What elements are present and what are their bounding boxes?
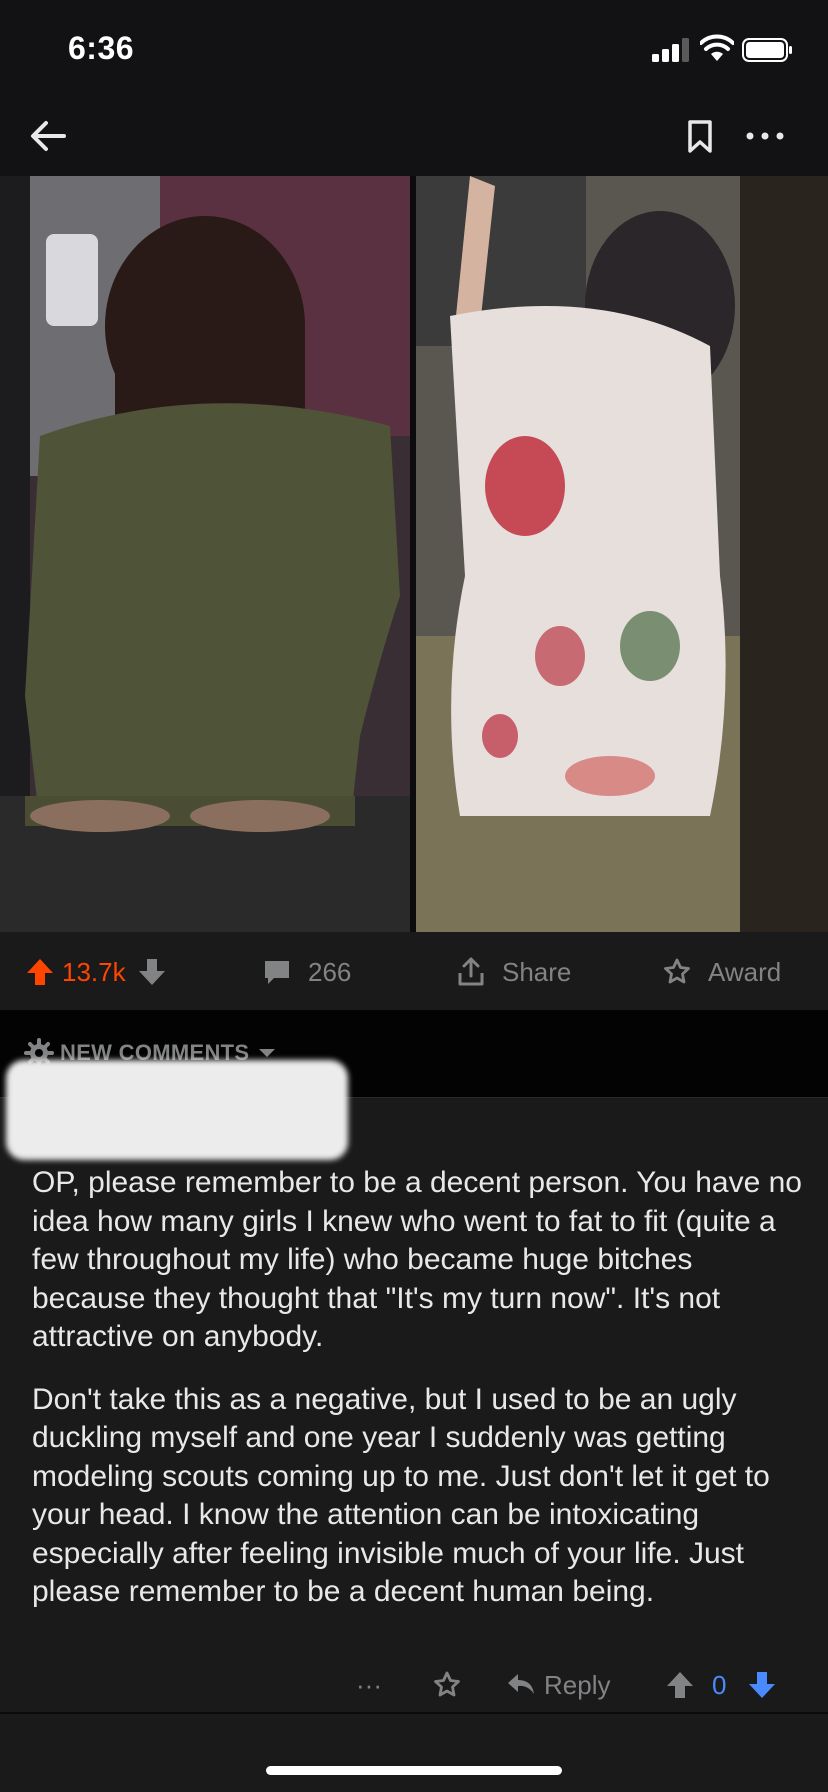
wifi-icon xyxy=(700,34,734,61)
bookmark-icon[interactable] xyxy=(680,114,720,158)
more-label: ··· xyxy=(356,1669,382,1700)
nav-bar xyxy=(0,100,828,176)
upvote-icon[interactable] xyxy=(26,957,54,987)
comments-button[interactable]: 266 xyxy=(262,954,351,990)
downvote-icon[interactable] xyxy=(138,957,166,987)
award-icon xyxy=(434,1671,460,1697)
divider xyxy=(0,1712,828,1714)
status-time: 6:36 xyxy=(68,30,135,66)
post-actions-bar: 13.7k 266 Share Award xyxy=(0,932,828,1010)
comment-downvote-button[interactable] xyxy=(748,1668,776,1702)
vote-group: 13.7k xyxy=(26,954,166,990)
share-label: Share xyxy=(502,956,572,987)
post-image[interactable] xyxy=(0,176,828,932)
caret-down-icon xyxy=(259,1049,276,1057)
share-icon xyxy=(458,957,484,986)
comment-count: 266 xyxy=(308,956,352,987)
award-label: Award xyxy=(708,956,782,987)
downvote-icon xyxy=(749,1672,775,1698)
comment-more-button[interactable]: ··· xyxy=(356,1668,382,1702)
comment-award-button[interactable] xyxy=(432,1668,462,1702)
redacted-username xyxy=(6,1060,348,1160)
award-button[interactable]: Award xyxy=(662,954,781,990)
status-bar: 6:36 xyxy=(0,0,828,100)
comment-upvote-button[interactable] xyxy=(666,1668,694,1702)
more-icon[interactable] xyxy=(740,114,790,158)
upvote-icon xyxy=(667,1672,693,1698)
reply-button[interactable]: Reply xyxy=(506,1668,610,1702)
reply-label: Reply xyxy=(544,1669,611,1700)
post-score: 13.7k xyxy=(62,956,126,987)
comment-icon xyxy=(265,961,289,984)
back-arrow-icon[interactable] xyxy=(26,114,70,158)
comment-body: OP, please remember to be a decent perso… xyxy=(32,1164,802,1612)
award-icon xyxy=(664,958,690,984)
battery-icon xyxy=(742,38,792,62)
comment-paragraph: Don't take this as a negative, but I use… xyxy=(32,1382,770,1609)
reply-icon xyxy=(508,1674,534,1694)
home-indicator[interactable] xyxy=(266,1766,562,1775)
post-photo xyxy=(0,176,828,932)
cellular-signal-icon xyxy=(652,38,689,62)
share-button[interactable]: Share xyxy=(456,954,571,990)
comment-actions: ··· Reply 0 xyxy=(0,1660,828,1710)
comment-score: 0 xyxy=(712,1669,727,1700)
comment-paragraph: OP, please remember to be a decent perso… xyxy=(32,1166,802,1353)
